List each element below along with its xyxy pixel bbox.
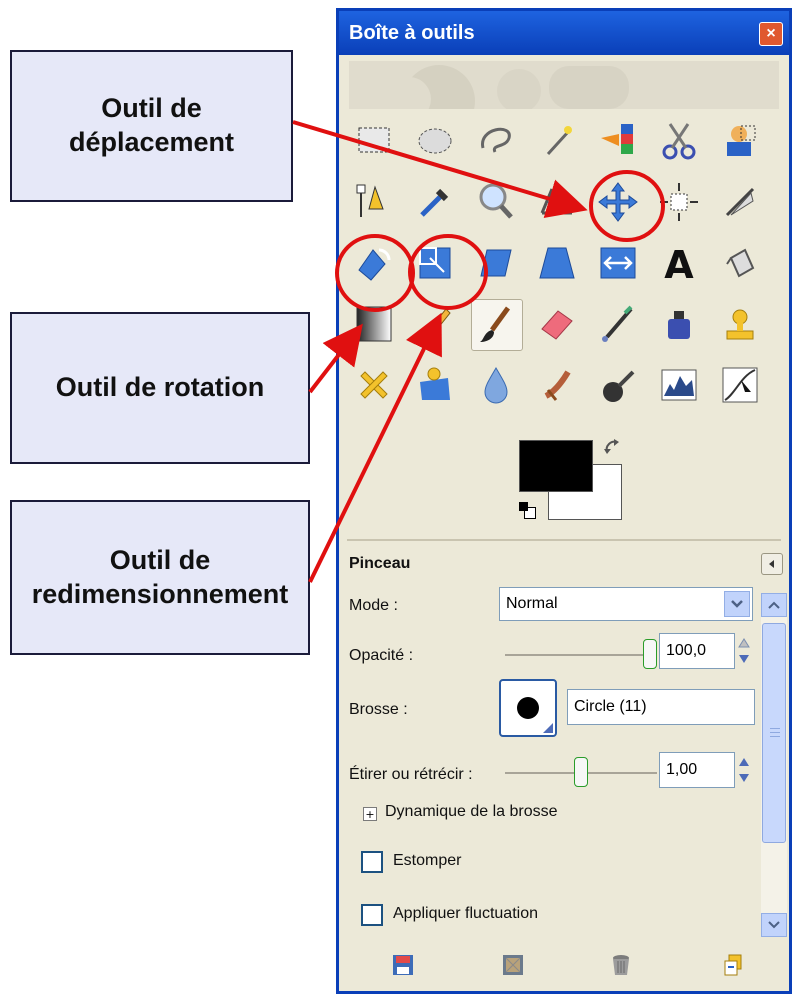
jitter-checkbox[interactable] [361,904,383,926]
clone-icon[interactable] [715,299,765,349]
mode-select[interactable]: Normal [499,587,753,621]
scroll-down-button[interactable] [761,913,787,937]
chevron-down-icon[interactable] [724,591,750,617]
smudge-icon[interactable] [532,360,582,410]
rect-select-icon[interactable] [349,116,399,166]
opacity-label: Opacité : [349,647,414,664]
ellipse-select-icon[interactable] [410,116,460,166]
gradient-icon[interactable] [349,299,399,349]
callout-rotate-text: Outil de rotation [55,372,265,403]
opacity-slider[interactable] [505,637,657,671]
wilber-banner [349,61,779,109]
foreground-color-swatch[interactable] [519,440,593,492]
perspective-icon[interactable] [532,238,582,288]
banner-art [387,65,629,109]
callout-move-tool: Outil de déplacement [10,50,293,202]
options-title: Pinceau [349,555,411,572]
svg-text:A: A [664,243,694,286]
levels-icon[interactable] [654,360,704,410]
toolbox-window: Boîte à outils × A Pinceau Mode : Normal [336,8,792,994]
text-icon[interactable]: A [654,238,704,288]
color-picker-icon[interactable] [410,177,460,227]
mode-label: Mode : [349,597,398,614]
scale-slider[interactable] [505,755,657,789]
callout-scale-text: Outil de redimensionnement [31,544,289,609]
chevron-down-icon [768,921,780,929]
opacity-track [505,654,657,656]
scale-value-field[interactable]: 1,00 [659,752,735,788]
brush-preview-icon [517,697,539,719]
dodge-burn-icon[interactable] [593,360,643,410]
scroll-thumb[interactable] [762,623,786,843]
opacity-handle[interactable] [643,639,657,669]
eraser-icon[interactable] [532,299,582,349]
foreground-select-icon[interactable] [715,116,765,166]
curves-icon[interactable] [715,360,765,410]
pencil-icon[interactable] [410,299,460,349]
scale-handle[interactable] [574,757,588,787]
chevron-up-icon [768,601,780,609]
scroll-up-button[interactable] [761,593,787,617]
callout-rotate-tool: Outil de rotation [10,312,310,464]
options-menu-icon [769,560,774,568]
options-menu-button[interactable] [761,553,783,575]
callout-move-text: Outil de déplacement [68,93,235,157]
measure-icon[interactable] [532,177,582,227]
scale-label: Étirer ou rétrécir : [349,766,473,783]
opacity-value-field[interactable]: 100,0 [659,633,735,669]
jitter-label: Appliquer fluctuation [393,905,538,922]
mode-value: Normal [506,595,558,612]
zoom-icon[interactable] [471,177,521,227]
save-icon[interactable] [389,951,417,979]
move-icon[interactable] [593,177,643,227]
ink-icon[interactable] [654,299,704,349]
brush-name-field[interactable]: Circle (11) [567,689,755,725]
window-title: Boîte à outils [349,21,475,44]
perspective-clone-icon[interactable] [410,360,460,410]
opacity-value: 100,0 [666,642,707,659]
callout-scale-tool: Outil de redimensionnement [10,500,310,655]
dynamics-expander[interactable]: + [363,807,377,821]
paintbrush-icon[interactable] [471,299,523,351]
scissors-icon[interactable] [654,116,704,166]
opacity-spinner[interactable] [737,633,751,669]
dynamics-label[interactable]: Dynamique de la brosse [385,803,558,821]
swap-colors-icon[interactable] [603,438,623,458]
flip-icon[interactable] [593,238,643,288]
brush-preview-button[interactable] [499,679,557,737]
paths-icon[interactable] [349,177,399,227]
blur-icon[interactable] [471,360,521,410]
rotate-icon[interactable] [349,238,399,288]
magic-wand-icon[interactable] [532,116,582,166]
restore-icon[interactable] [499,951,527,979]
brush-name: Circle (11) [574,698,647,715]
delete-icon[interactable] [607,951,635,979]
fade-label: Estomper [393,852,462,869]
options-scrollbar[interactable] [761,593,787,937]
close-button[interactable]: × [759,22,783,46]
brush-label: Brosse : [349,701,408,718]
scale-spinner[interactable] [737,752,751,788]
color-area [515,436,635,526]
reset-icon[interactable] [719,951,747,979]
lasso-icon[interactable] [471,116,521,166]
title-bar: Boîte à outils × [339,11,789,55]
heal-icon[interactable] [349,360,399,410]
shear-icon[interactable] [471,238,521,288]
close-icon: × [766,25,776,42]
crop-icon[interactable] [715,177,765,227]
scale-icon[interactable] [410,238,460,288]
airbrush-icon[interactable] [593,299,643,349]
expand-plus-icon: + [365,807,375,821]
default-colors-icon[interactable] [519,502,537,520]
bucket-fill-icon[interactable] [715,238,765,288]
separator [347,539,781,541]
align-icon[interactable] [654,177,704,227]
select-by-color-icon[interactable] [593,116,643,166]
fade-checkbox[interactable] [361,851,383,873]
scale-value: 1,00 [666,761,698,778]
